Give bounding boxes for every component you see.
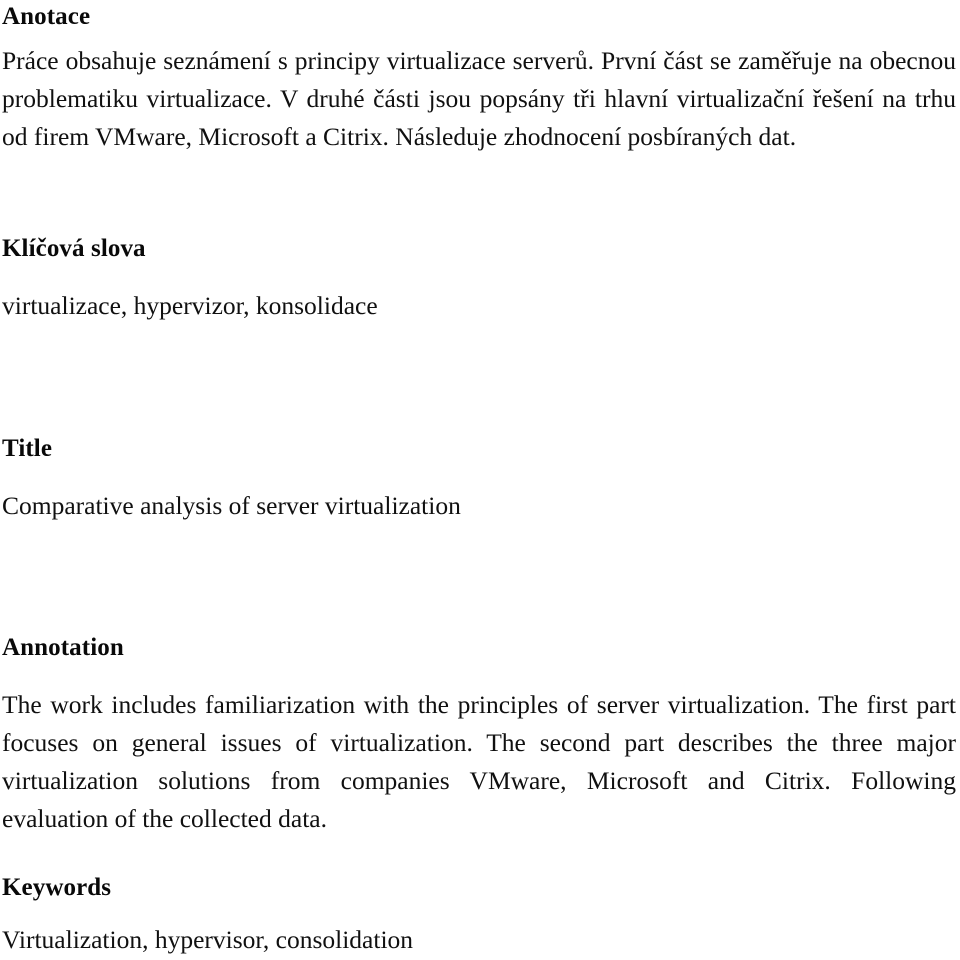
section-heading-keywords: Keywords: [2, 874, 112, 901]
section-body-anotace: Práce obsahuje seznámení s principy virt…: [2, 46, 956, 151]
section-heading-title: Title: [2, 435, 53, 462]
section-heading-annotation: Annotation: [2, 634, 124, 661]
section-body-klicova-slova: virtualizace, hypervizor, konsolidace: [2, 291, 378, 320]
section-body-keywords: Virtualization, hypervisor, consolidatio…: [2, 925, 414, 954]
section-body-annotation: The work includes familiarization with t…: [2, 690, 956, 833]
section-heading-klicova-slova: Klíčová slova: [2, 235, 146, 262]
section-body-title: Comparative analysis of server virtualiz…: [2, 491, 461, 520]
document-page: Anotace Práce obsahuje seznámení s princ…: [0, 0, 960, 960]
section-heading-anotace: Anotace: [2, 3, 91, 30]
